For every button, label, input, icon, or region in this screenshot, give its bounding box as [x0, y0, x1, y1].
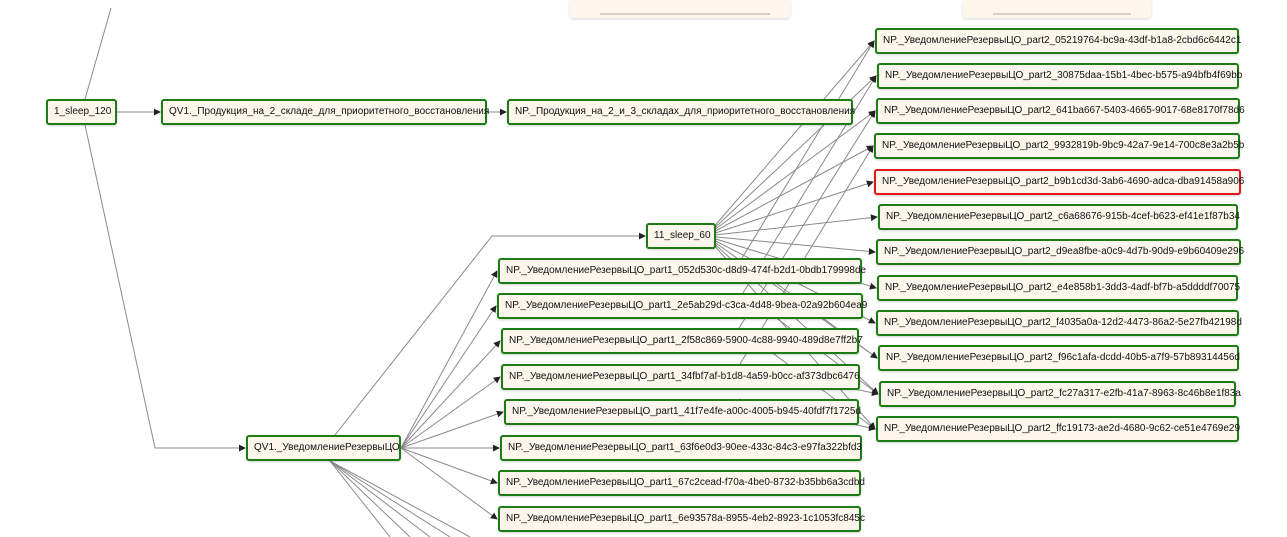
dag-graph-canvas[interactable]: 1_sleep_120 QV1._Продукция_на_2_складе_д…: [0, 0, 1287, 537]
task-node-sleep-60[interactable]: 11_sleep_60: [646, 223, 716, 249]
dag-edge: [329, 460, 411, 537]
dag-edge: [741, 40, 875, 259]
task-node-part2[interactable]: NP._УведомлениеРезервыЦО_part2_f4035a0a-…: [876, 310, 1242, 336]
dag-edge: [705, 214, 878, 237]
dag-edge: [705, 40, 875, 237]
task-node-part2-failed[interactable]: NP._УведомлениеРезервыЦО_part2_b9b1cd3d-…: [874, 169, 1244, 195]
task-node-part2[interactable]: NP._УведомлениеРезервыЦО_part2_ffc19173-…: [876, 416, 1240, 442]
dag-edge: [705, 110, 876, 237]
task-node-part2[interactable]: NP._УведомлениеРезервыЦО_part2_641ba667-…: [876, 98, 1245, 124]
dag-edge: [705, 180, 874, 237]
dag-edge: [329, 460, 391, 537]
task-node-part2[interactable]: NP._УведомлениеРезервыЦО_part2_9932819b-…: [874, 133, 1244, 159]
task-node-part1[interactable]: NP._УведомлениеРезервыЦО_part1_052d530c-…: [498, 258, 866, 284]
offscreen-node-top-left[interactable]: [570, 0, 790, 18]
task-node-part1[interactable]: NP._УведомлениеРезервыЦО_part1_63f6e0d3-…: [500, 435, 862, 461]
dag-edge: [705, 145, 874, 237]
task-node-part1[interactable]: NP._УведомлениеРезервыЦО_part1_34fbf7af-…: [501, 364, 860, 390]
task-node-qv1-notification[interactable]: QV1._УведомлениеРезервыЦО: [246, 435, 401, 461]
task-node-part2[interactable]: NP._УведомлениеРезервыЦО_part2_fc27a317-…: [879, 381, 1241, 407]
offscreen-node-top-right[interactable]: [963, 0, 1151, 18]
task-node-part2[interactable]: NP._УведомлениеРезервыЦО_part2_05219764-…: [875, 28, 1241, 54]
dag-edge: [329, 460, 431, 537]
dag-edge: [400, 447, 498, 485]
dag-edge: [400, 376, 501, 449]
task-node-part1[interactable]: NP._УведомлениеРезервыЦО_part1_41f7e4fe-…: [504, 399, 861, 425]
dag-edge: [84, 124, 246, 452]
task-node-part1[interactable]: NP._УведомлениеРезервыЦО_part1_2f58c869-…: [501, 328, 863, 354]
task-node-qv1-production[interactable]: QV1._Продукция_на_2_складе_для_приоритет…: [161, 99, 489, 125]
task-node-part2[interactable]: NP._УведомлениеРезервыЦО_part2_f96c1afa-…: [878, 345, 1240, 371]
task-node-part1[interactable]: NP._УведомлениеРезервыЦО_part1_67c2cead-…: [498, 470, 865, 496]
dag-edge: [400, 410, 504, 449]
dag-edge: [400, 447, 498, 520]
task-node-part2[interactable]: NP._УведомлениеРезервыЦО_part2_30875daa-…: [877, 63, 1242, 89]
task-node-np-production[interactable]: NP._Продукция_на_2_и_3_складах_для_приор…: [507, 99, 855, 125]
task-node-part2[interactable]: NP._УведомлениеРезервыЦО_part2_d9ea8fbe-…: [876, 239, 1244, 265]
task-node-part1[interactable]: NP._УведомлениеРезервыЦО_part1_6e93578a-…: [498, 506, 865, 532]
task-node-part2[interactable]: NP._УведомлениеРезервыЦО_part2_e4e858b1-…: [877, 275, 1240, 301]
dag-edge: [84, 7, 112, 100]
task-node-sleep-120[interactable]: 1_sleep_120: [46, 99, 117, 125]
dag-edge: [329, 460, 471, 537]
task-node-part2[interactable]: NP._УведомлениеРезервыЦО_part2_c6a68676-…: [878, 204, 1240, 230]
task-node-part1[interactable]: NP._УведомлениеРезервыЦО_part1_2e5ab29d-…: [497, 293, 867, 319]
dag-edge: [329, 460, 451, 537]
dag-edge: [400, 305, 497, 449]
